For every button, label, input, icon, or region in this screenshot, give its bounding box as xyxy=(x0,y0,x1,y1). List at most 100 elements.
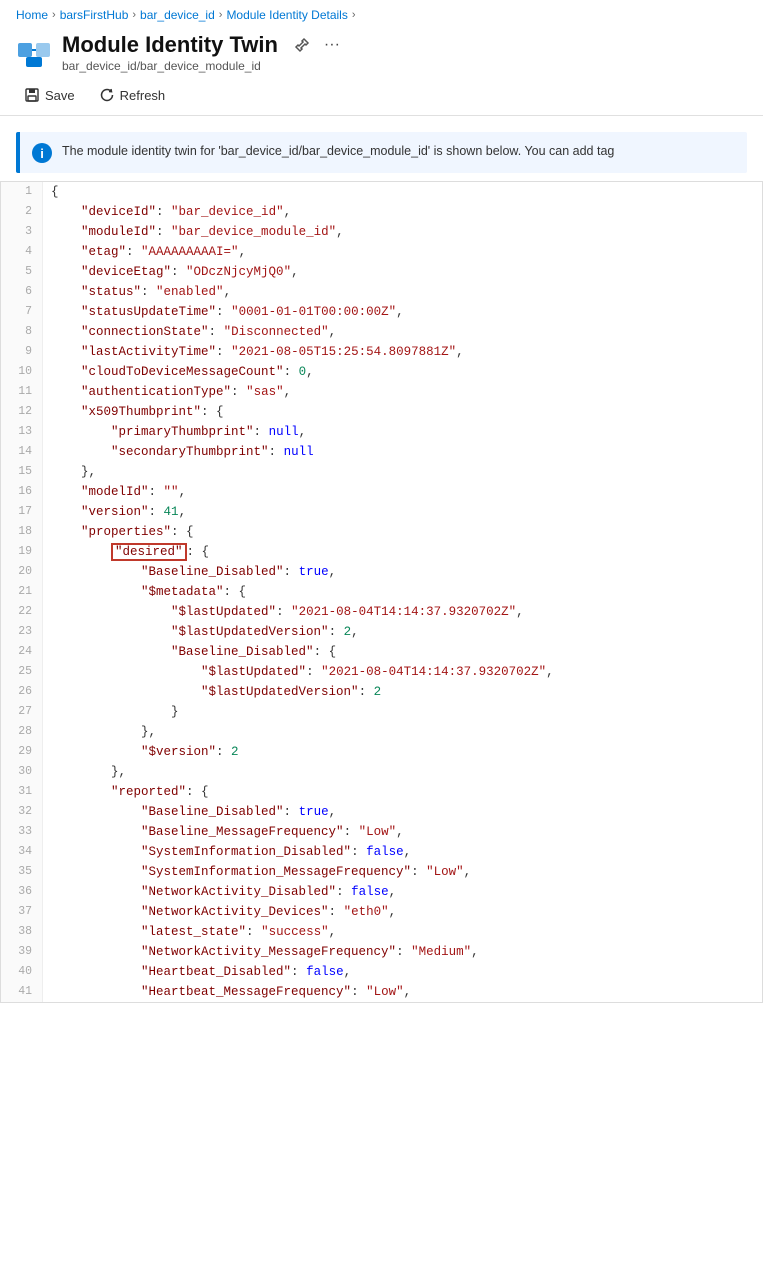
line-content: "status": "enabled", xyxy=(43,282,762,302)
json-line: 14 "secondaryThumbprint": null xyxy=(1,442,762,462)
line-content: "moduleId": "bar_device_module_id", xyxy=(43,222,762,242)
json-line: 13 "primaryThumbprint": null, xyxy=(1,422,762,442)
line-content: "Heartbeat_MessageFrequency": "Low", xyxy=(43,982,762,1002)
json-line: 33 "Baseline_MessageFrequency": "Low", xyxy=(1,822,762,842)
json-line: 39 "NetworkActivity_MessageFrequency": "… xyxy=(1,942,762,962)
line-number: 20 xyxy=(1,562,43,582)
line-number: 18 xyxy=(1,522,43,542)
json-line: 31 "reported": { xyxy=(1,782,762,802)
breadcrumb-sep-2: › xyxy=(132,9,136,21)
page-header: Module Identity Twin ··· bar_device_id/b… xyxy=(0,28,763,75)
json-line: 6 "status": "enabled", xyxy=(1,282,762,302)
line-content: "cloudToDeviceMessageCount": 0, xyxy=(43,362,762,382)
line-number: 29 xyxy=(1,742,43,762)
line-content: }, xyxy=(43,722,762,742)
line-content: "lastActivityTime": "2021-08-05T15:25:54… xyxy=(43,342,762,362)
json-line: 21 "$metadata": { xyxy=(1,582,762,602)
breadcrumb-hub[interactable]: barsFirstHub xyxy=(60,8,129,22)
line-content: "connectionState": "Disconnected", xyxy=(43,322,762,342)
line-number: 32 xyxy=(1,802,43,822)
line-content: } xyxy=(43,702,762,722)
save-button[interactable]: Save xyxy=(16,83,83,107)
line-content: "Baseline_Disabled": { xyxy=(43,642,762,662)
line-number: 28 xyxy=(1,722,43,742)
line-number: 16 xyxy=(1,482,43,502)
page-title-group: Module Identity Twin ··· bar_device_id/b… xyxy=(62,32,344,73)
line-content: "latest_state": "success", xyxy=(43,922,762,942)
line-number: 17 xyxy=(1,502,43,522)
line-content: "version": 41, xyxy=(43,502,762,522)
breadcrumb-sep-4: › xyxy=(352,9,356,21)
json-line: 22 "$lastUpdated": "2021-08-04T14:14:37.… xyxy=(1,602,762,622)
json-editor[interactable]: 1{2 "deviceId": "bar_device_id",3 "modul… xyxy=(0,181,763,1003)
line-content: }, xyxy=(43,462,762,482)
line-number: 30 xyxy=(1,762,43,782)
json-line: 20 "Baseline_Disabled": true, xyxy=(1,562,762,582)
json-line: 3 "moduleId": "bar_device_module_id", xyxy=(1,222,762,242)
info-icon: i xyxy=(32,143,52,163)
line-number: 39 xyxy=(1,942,43,962)
line-content: "x509Thumbprint": { xyxy=(43,402,762,422)
json-line: 10 "cloudToDeviceMessageCount": 0, xyxy=(1,362,762,382)
line-number: 9 xyxy=(1,342,43,362)
line-content: "desired": { xyxy=(43,542,762,562)
line-number: 11 xyxy=(1,382,43,402)
save-label: Save xyxy=(45,88,75,103)
line-content: }, xyxy=(43,762,762,782)
line-content: "SystemInformation_Disabled": false, xyxy=(43,842,762,862)
line-content: "Heartbeat_Disabled": false, xyxy=(43,962,762,982)
json-line: 34 "SystemInformation_Disabled": false, xyxy=(1,842,762,862)
breadcrumb-sep-1: › xyxy=(52,9,56,21)
line-number: 13 xyxy=(1,422,43,442)
line-number: 8 xyxy=(1,322,43,342)
line-content: "Baseline_MessageFrequency": "Low", xyxy=(43,822,762,842)
line-number: 4 xyxy=(1,242,43,262)
page-title: Module Identity Twin ··· xyxy=(62,32,344,58)
line-content: "properties": { xyxy=(43,522,762,542)
json-line: 15 }, xyxy=(1,462,762,482)
breadcrumb-device[interactable]: bar_device_id xyxy=(140,8,215,22)
line-content: "$lastUpdated": "2021-08-04T14:14:37.932… xyxy=(43,602,762,622)
line-content: "statusUpdateTime": "0001-01-01T00:00:00… xyxy=(43,302,762,322)
line-number: 6 xyxy=(1,282,43,302)
json-line: 25 "$lastUpdated": "2021-08-04T14:14:37.… xyxy=(1,662,762,682)
json-line: 1{ xyxy=(1,182,762,202)
line-number: 37 xyxy=(1,902,43,922)
pin-button[interactable] xyxy=(290,35,314,55)
json-line: 32 "Baseline_Disabled": true, xyxy=(1,802,762,822)
line-content: "$lastUpdatedVersion": 2 xyxy=(43,682,762,702)
line-content: "$metadata": { xyxy=(43,582,762,602)
toolbar: Save Refresh xyxy=(0,75,763,116)
line-content: "NetworkActivity_Disabled": false, xyxy=(43,882,762,902)
json-line: 28 }, xyxy=(1,722,762,742)
line-content: "modelId": "", xyxy=(43,482,762,502)
json-line: 41 "Heartbeat_MessageFrequency": "Low", xyxy=(1,982,762,1002)
json-line: 29 "$version": 2 xyxy=(1,742,762,762)
line-number: 12 xyxy=(1,402,43,422)
line-content: "deviceId": "bar_device_id", xyxy=(43,202,762,222)
line-number: 10 xyxy=(1,362,43,382)
json-line: 4 "etag": "AAAAAAAAAI=", xyxy=(1,242,762,262)
breadcrumb-home[interactable]: Home xyxy=(16,8,48,22)
json-line: 24 "Baseline_Disabled": { xyxy=(1,642,762,662)
line-content: "secondaryThumbprint": null xyxy=(43,442,762,462)
line-number: 3 xyxy=(1,222,43,242)
json-line: 18 "properties": { xyxy=(1,522,762,542)
line-number: 23 xyxy=(1,622,43,642)
refresh-button[interactable]: Refresh xyxy=(91,83,174,107)
json-line: 9 "lastActivityTime": "2021-08-05T15:25:… xyxy=(1,342,762,362)
line-content: { xyxy=(43,182,762,202)
json-line: 7 "statusUpdateTime": "0001-01-01T00:00:… xyxy=(1,302,762,322)
line-content: "Baseline_Disabled": true, xyxy=(43,802,762,822)
line-content: "$lastUpdated": "2021-08-04T14:14:37.932… xyxy=(43,662,762,682)
json-line: 35 "SystemInformation_MessageFrequency":… xyxy=(1,862,762,882)
json-line: 36 "NetworkActivity_Disabled": false, xyxy=(1,882,762,902)
json-line: 8 "connectionState": "Disconnected", xyxy=(1,322,762,342)
json-line: 11 "authenticationType": "sas", xyxy=(1,382,762,402)
line-number: 19 xyxy=(1,542,43,562)
line-number: 34 xyxy=(1,842,43,862)
more-options-button[interactable]: ··· xyxy=(320,34,344,56)
line-number: 25 xyxy=(1,662,43,682)
json-line: 2 "deviceId": "bar_device_id", xyxy=(1,202,762,222)
info-banner: i The module identity twin for 'bar_devi… xyxy=(16,132,747,173)
